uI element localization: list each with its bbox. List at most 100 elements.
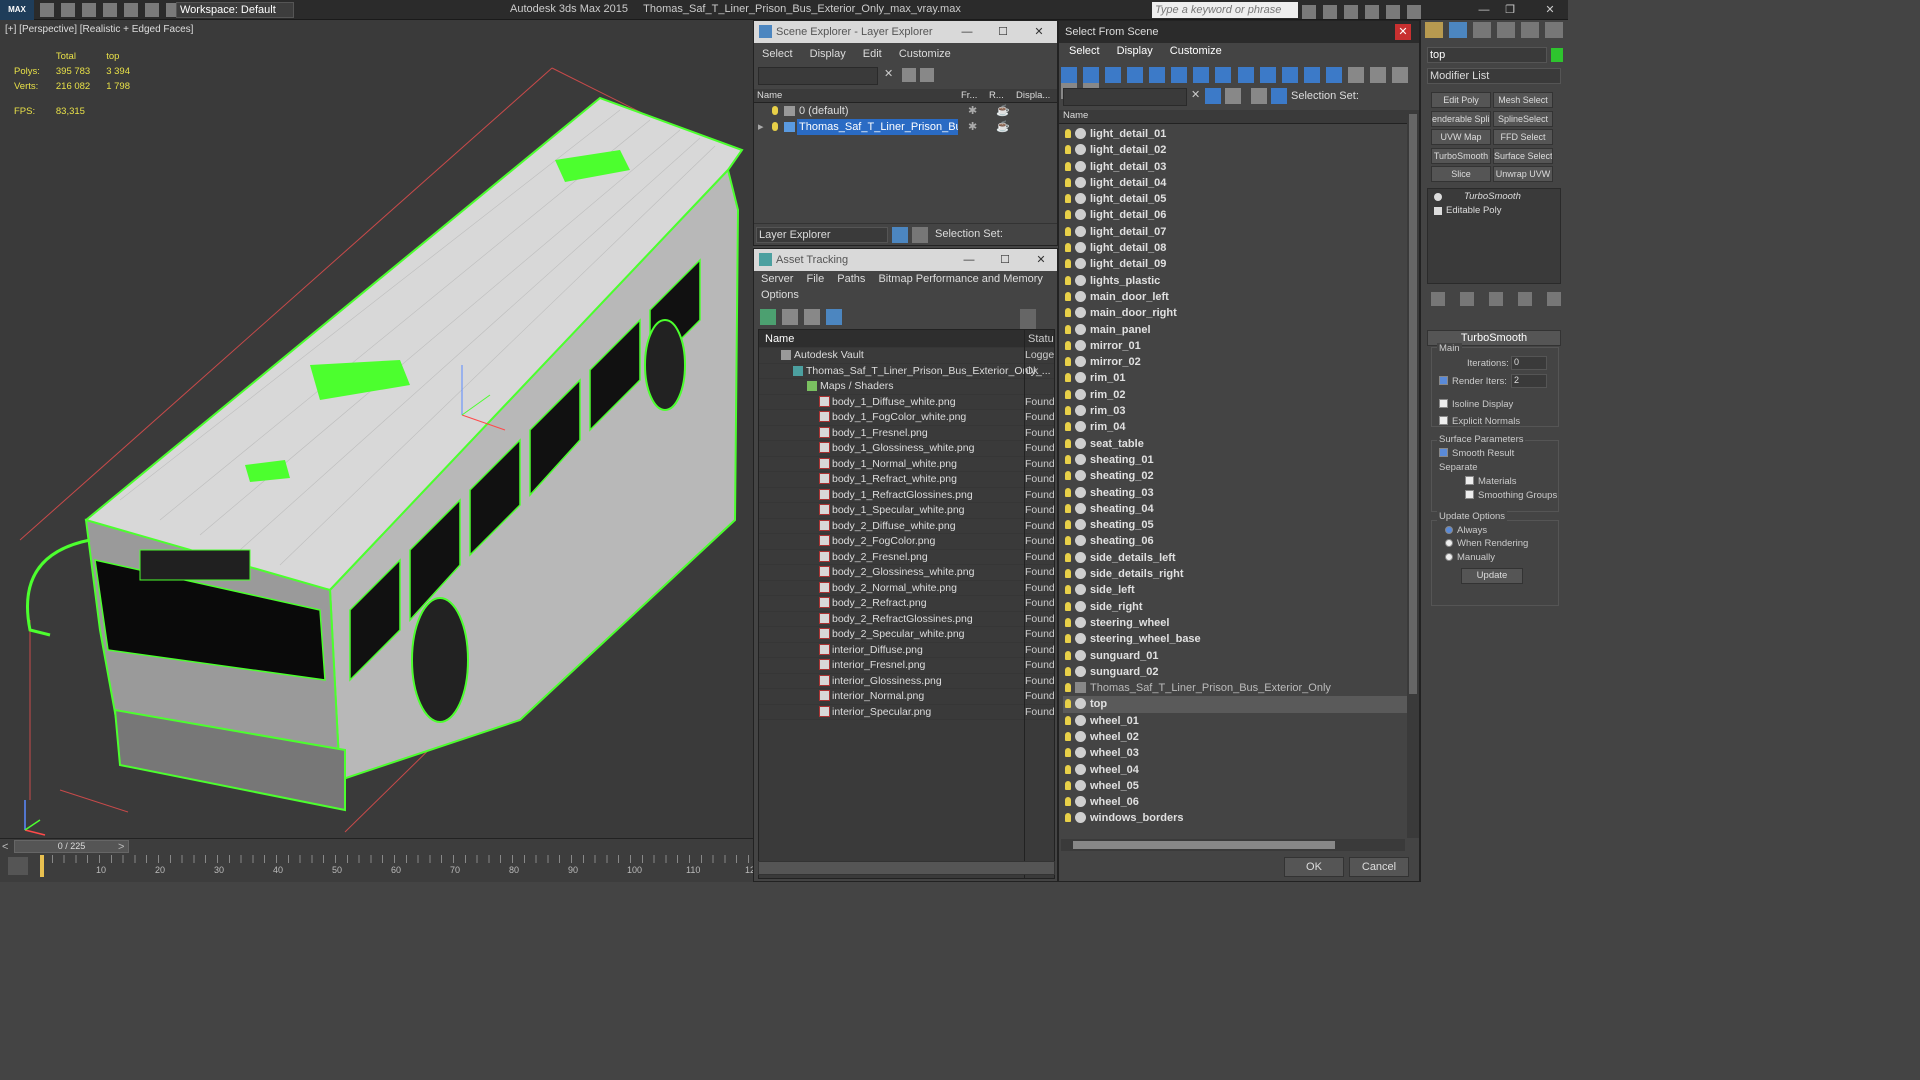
help-icon[interactable] — [1407, 5, 1422, 19]
object-row[interactable]: rim_02 — [1063, 387, 1409, 403]
lightbulb-icon[interactable] — [1065, 748, 1071, 758]
lightbulb-icon[interactable] — [1065, 194, 1071, 204]
asset-map-row[interactable]: body_2_Diffuse_white.png Found — [759, 519, 1054, 534]
lightbulb-icon[interactable] — [1065, 650, 1071, 660]
lightbulb-icon[interactable] — [1065, 797, 1071, 807]
display-cameras-icon[interactable] — [1127, 67, 1144, 83]
mesh-select-button[interactable]: Mesh Select — [1493, 92, 1553, 108]
update-button[interactable]: Update — [1461, 568, 1523, 584]
lightbulb-icon[interactable] — [1065, 373, 1071, 383]
close-icon[interactable]: ✕ — [1028, 21, 1050, 43]
lightbulb-icon[interactable] — [772, 106, 778, 115]
asset-map-row[interactable]: interior_Glossiness.png Found — [759, 674, 1054, 689]
asset-map-row[interactable]: body_1_FogColor_white.png Found — [759, 410, 1054, 426]
col-freeze[interactable]: Fr... — [961, 90, 977, 101]
object-row[interactable]: rim_03 — [1063, 403, 1409, 419]
object-row[interactable]: top — [1063, 696, 1409, 713]
object-row[interactable]: light_detail_01 — [1063, 126, 1409, 142]
asset-map-row[interactable]: interior_Normal.png Found — [759, 689, 1054, 705]
asset-tracking-titlebar[interactable]: Asset Tracking — ☐ ✕ — [754, 249, 1057, 271]
menu-server[interactable]: Server — [761, 273, 793, 285]
object-row[interactable]: seat_table — [1063, 436, 1409, 452]
freeze-icon[interactable]: ✱ — [968, 103, 977, 119]
asset-map-row[interactable]: body_2_Normal_white.png Found — [759, 581, 1054, 596]
object-row[interactable]: sunguard_02 — [1063, 664, 1409, 680]
renderable-spline-button[interactable]: enderable Splin — [1431, 111, 1491, 127]
close-icon[interactable]: ✕ — [1030, 249, 1052, 271]
clear-search-icon[interactable]: ✕ — [1191, 88, 1200, 101]
col-name[interactable]: Name — [1063, 110, 1088, 121]
object-row[interactable]: side_details_left — [1063, 550, 1409, 566]
workspace-dropdown[interactable]: Workspace: Default — [176, 2, 294, 18]
minimize-icon[interactable]: — — [958, 249, 980, 271]
lightbulb-icon[interactable] — [1065, 259, 1071, 269]
pin-stack-icon[interactable] — [1431, 292, 1445, 306]
col-display[interactable]: Displa... — [1016, 90, 1050, 101]
display-hidden-icon[interactable] — [1303, 67, 1320, 83]
time-slider[interactable]: 0 / 225 — [14, 840, 129, 853]
object-row[interactable]: sheating_04 — [1063, 501, 1409, 517]
asset-map-row[interactable]: body_1_Specular_white.png Found — [759, 503, 1054, 519]
layer-row-bus[interactable]: ▸ Thomas_Saf_T_Liner_Prison_Bus_Ext... ✱… — [754, 119, 1057, 135]
app-logo[interactable]: MAX — [0, 0, 34, 20]
filter-toggle-icon[interactable] — [1205, 88, 1221, 104]
lightbulb-icon[interactable] — [1065, 308, 1071, 318]
menu-bitmap-performance[interactable]: Bitmap Performance and Memory — [878, 273, 1042, 285]
menu-select[interactable]: Select — [1069, 45, 1100, 57]
minimize-icon[interactable]: — — [956, 21, 978, 43]
explorer-type-dropdown[interactable]: Layer Explorer — [756, 227, 888, 243]
asset-map-row[interactable]: interior_Specular.png Found — [759, 705, 1054, 720]
display-helpers-icon[interactable] — [1149, 67, 1166, 83]
render-teapot-icon[interactable]: ☕ — [996, 103, 1010, 119]
scene-file-row[interactable]: Thomas_Saf_T_Liner_Prison_Bus_Exterior_O… — [759, 364, 1054, 379]
menu-options[interactable]: Options — [761, 289, 799, 301]
asset-map-row[interactable]: body_2_RefractGlossines.png Found — [759, 612, 1054, 627]
stack-item-turbosmooth[interactable]: TurboSmooth — [1464, 191, 1521, 202]
lightbulb-icon[interactable] — [1065, 243, 1071, 253]
lightbulb-icon[interactable] — [1065, 569, 1071, 579]
make-unique-icon[interactable] — [1489, 292, 1504, 306]
lightbulb-icon[interactable] — [1065, 683, 1071, 693]
object-row[interactable]: wheel_06 — [1063, 794, 1409, 810]
lightbulb-icon[interactable] — [1065, 601, 1071, 611]
object-row[interactable]: sunguard_01 — [1063, 648, 1409, 664]
lightbulb-icon[interactable] — [1065, 422, 1071, 432]
lightbulb-icon[interactable] — [1065, 520, 1071, 530]
always-radio[interactable]: Always — [1445, 525, 1487, 536]
object-row[interactable]: main_panel — [1063, 322, 1409, 338]
next-frame-icon[interactable]: > — [118, 841, 124, 853]
menu-select[interactable]: Select — [762, 48, 793, 60]
asset-map-row[interactable]: body_1_Refract_white.png Found — [759, 472, 1054, 488]
create-tab-icon[interactable] — [1425, 22, 1443, 38]
modifier-list-dropdown[interactable]: Modifier List — [1427, 68, 1561, 84]
lightbulb-icon[interactable] — [1065, 226, 1071, 236]
freeze-icon[interactable]: ✱ — [968, 119, 977, 135]
object-row[interactable]: light_detail_05 — [1063, 191, 1409, 207]
lightbulb-icon[interactable] — [1065, 161, 1071, 171]
display-geometry-icon[interactable] — [1061, 67, 1077, 83]
display-xrefs-icon[interactable] — [1215, 67, 1232, 83]
grid-view-icon[interactable] — [826, 309, 843, 325]
spline-select-button[interactable]: SplineSelect — [1493, 111, 1553, 127]
object-row[interactable]: rim_01 — [1063, 370, 1409, 386]
help-search-input[interactable]: Type a keyword or phrase — [1152, 2, 1298, 18]
lightbulb-icon[interactable] — [1065, 177, 1071, 187]
asset-map-row[interactable]: body_2_Glossiness_white.png Found — [759, 565, 1054, 581]
display-all-icon[interactable] — [1325, 67, 1342, 83]
restore-button[interactable]: ❐ — [1500, 2, 1520, 18]
redo-icon[interactable] — [124, 3, 139, 17]
display-spacewarps-icon[interactable] — [1171, 67, 1188, 83]
lightbulb-icon[interactable] — [1065, 406, 1071, 416]
refresh-icon[interactable] — [760, 309, 776, 325]
asset-map-row[interactable]: interior_Diffuse.png Found — [759, 643, 1054, 658]
object-row[interactable]: light_detail_08 — [1063, 240, 1409, 256]
object-row[interactable]: wheel_04 — [1063, 762, 1409, 778]
object-row[interactable]: wheel_03 — [1063, 745, 1409, 761]
scene-explorer-titlebar[interactable]: Scene Explorer - Layer Explorer — ☐ ✕ — [754, 21, 1057, 43]
time-ruler[interactable]: 10 20 30 40 50 60 70 80 90 100 110 12 — [40, 855, 755, 881]
lightbulb-icon[interactable] — [1065, 503, 1071, 513]
object-row[interactable]: wheel_05 — [1063, 778, 1409, 794]
maximize-icon[interactable]: ☐ — [994, 249, 1016, 271]
clear-search-icon[interactable]: ✕ — [884, 67, 893, 80]
object-row[interactable]: side_details_right — [1063, 566, 1409, 582]
